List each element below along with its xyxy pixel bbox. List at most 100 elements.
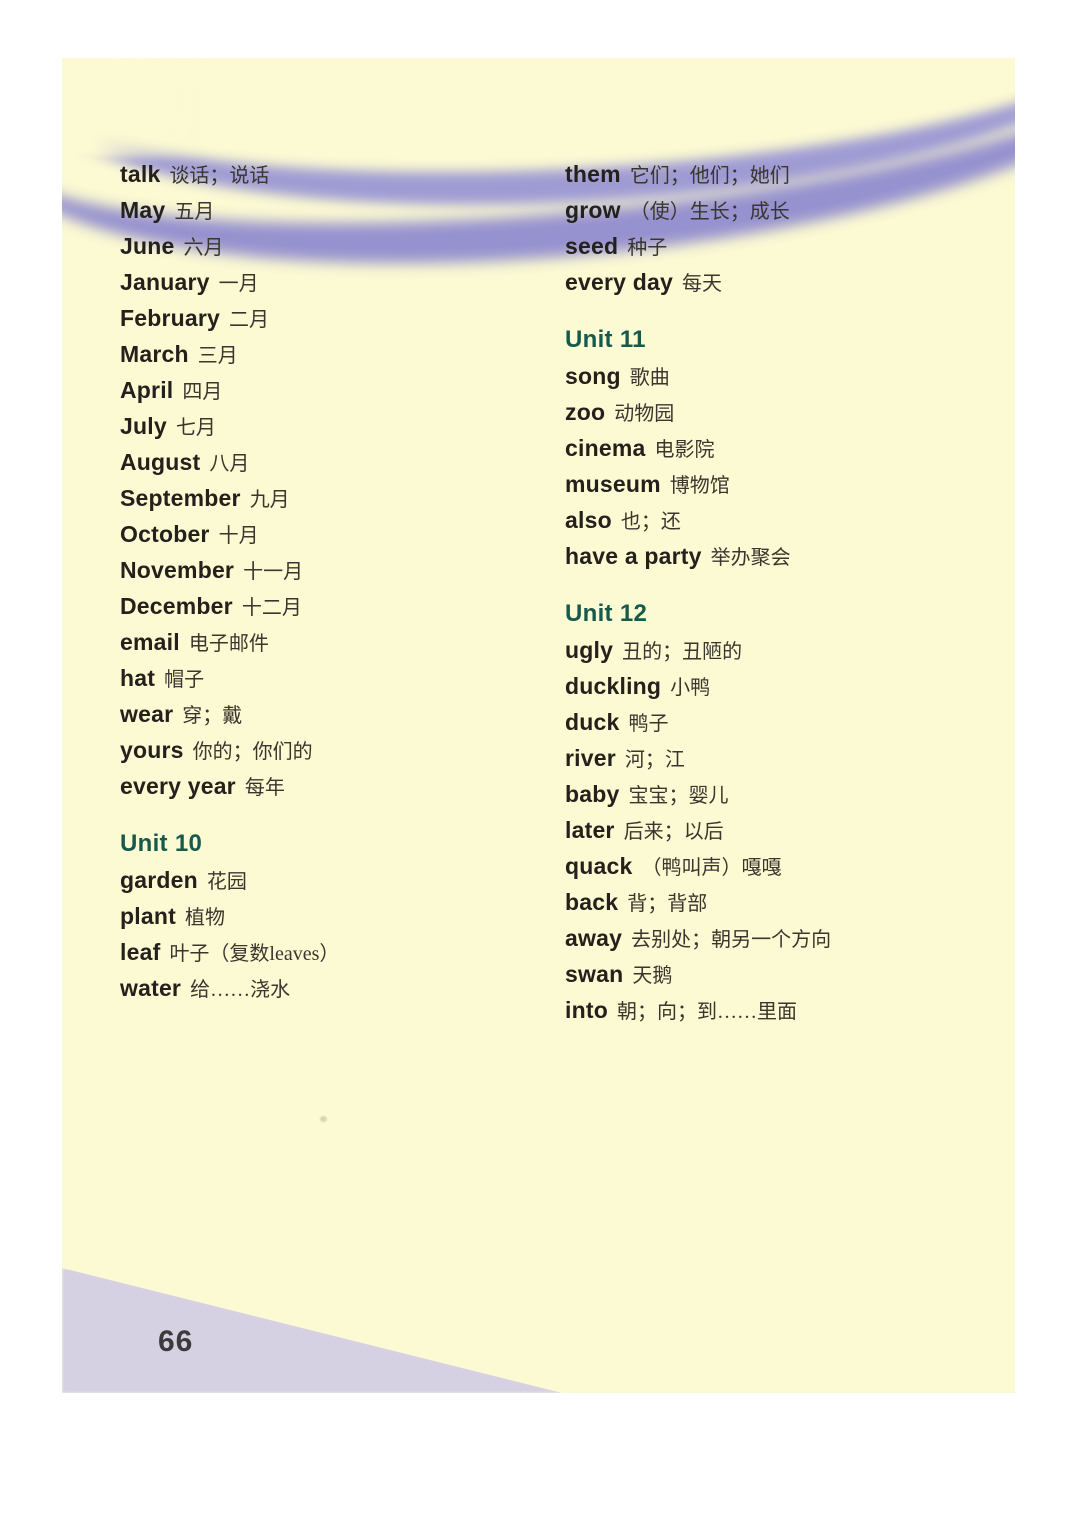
entry-gloss: 歌曲: [629, 367, 670, 389]
entry-word: February: [120, 305, 221, 331]
glossary-entry: duckling 小鸭: [565, 668, 995, 704]
entry-word: January: [120, 269, 210, 295]
entry-gloss: 七月: [175, 417, 216, 439]
entry-gloss: 十二月: [241, 597, 302, 619]
entry-word: leaf: [120, 939, 161, 965]
entry-gloss: 穿；戴: [182, 705, 243, 727]
entry-gloss: 它们；他们；她们: [629, 165, 790, 187]
entry-gloss: 帽子: [164, 669, 205, 691]
glossary-entry: December 十二月: [120, 588, 540, 624]
entry-word: baby: [565, 781, 620, 807]
entry-word: away: [565, 925, 623, 951]
entry-gloss: 天鹅: [632, 965, 673, 987]
textbook-page-sheet: talk 谈话；说话 May 五月 June 六月 January 一月 February 二月 M…: [62, 58, 1015, 1393]
glossary-entry: January 一月: [120, 264, 540, 300]
entry-word: April: [120, 377, 174, 403]
entry-word: wear: [120, 701, 174, 727]
entry-gloss: 一月: [218, 273, 259, 295]
glossary-entry: November 十一月: [120, 552, 540, 588]
entry-word: back: [565, 889, 619, 915]
entry-word: ugly: [565, 637, 614, 663]
glossary-entry: every day 每天: [565, 264, 995, 300]
entry-word: later: [565, 817, 615, 843]
glossary-entry: March 三月: [120, 336, 540, 372]
entry-gloss: 四月: [182, 381, 223, 403]
entry-gloss: 举办聚会: [710, 547, 791, 569]
entry-word: them: [565, 161, 621, 187]
entry-word: seed: [565, 233, 619, 259]
glossary-entry: quack （鸭叫声）嘎嘎: [565, 848, 995, 884]
entry-word: October: [120, 521, 210, 547]
entry-gloss: 三月: [197, 345, 238, 367]
glossary-entry: grow （使）生长；成长: [565, 192, 995, 228]
entry-gloss: 去别处；朝另一个方向: [631, 929, 832, 951]
entry-gloss: 十一月: [243, 561, 304, 583]
entry-word: water: [120, 975, 182, 1001]
entry-word: every day: [565, 269, 673, 295]
entry-gloss: 每天: [681, 273, 722, 295]
entry-gloss: 电子邮件: [188, 633, 269, 655]
entry-gloss: 动物园: [614, 403, 675, 425]
glossary-entry: garden 花园: [120, 862, 540, 898]
entry-word: hat: [120, 665, 156, 691]
entry-gloss: 每年: [244, 777, 285, 799]
entry-word: have a party: [565, 543, 702, 569]
glossary-entry: July 七月: [120, 408, 540, 444]
ribbon-left-fade: [62, 58, 202, 158]
glossary-entry: them 它们；他们；她们: [565, 156, 995, 192]
glossary-entry: email 电子邮件: [120, 624, 540, 660]
glossary-entry: have a party 举办聚会: [565, 538, 995, 574]
entry-word: September: [120, 485, 241, 511]
glossary-entry: away 去别处；朝另一个方向: [565, 920, 995, 956]
entry-word: talk: [120, 161, 161, 187]
entry-gloss: 花园: [206, 871, 247, 893]
glossary-entry: May 五月: [120, 192, 540, 228]
glossary-entry: baby 宝宝；婴儿: [565, 776, 995, 812]
corner-wedge-decoration: [62, 1268, 562, 1393]
entry-gloss: 五月: [174, 201, 215, 223]
glossary-entry: water 给……浇水: [120, 970, 540, 1006]
entry-gloss: 后来；以后: [623, 821, 724, 843]
glossary-column-left: talk 谈话；说话 May 五月 June 六月 January 一月 February 二月 M…: [120, 156, 540, 1006]
entry-gloss: 小鸭: [670, 677, 711, 699]
entry-word: August: [120, 449, 201, 475]
entry-word: June: [120, 233, 175, 259]
entry-word: museum: [565, 471, 661, 497]
glossary-entry: hat 帽子: [120, 660, 540, 696]
unit-heading: Unit 10: [120, 830, 203, 857]
glossary-entry: February 二月: [120, 300, 540, 336]
entry-gloss: 你的；你们的: [192, 741, 313, 763]
entry-gloss: 六月: [183, 237, 224, 259]
glossary-entry: back 背；背部: [565, 884, 995, 920]
page-number: 66: [158, 1325, 194, 1358]
entry-word: every year: [120, 773, 236, 799]
glossary-entry: later 后来；以后: [565, 812, 995, 848]
glossary-entry: June 六月: [120, 228, 540, 264]
entry-gloss: 电影院: [654, 439, 715, 461]
entry-word: quack: [565, 853, 633, 879]
entry-word: grow: [565, 197, 621, 223]
glossary-entry: river 河；江: [565, 740, 995, 776]
glossary-entry: leaf 叶子（复数leaves）: [120, 934, 540, 970]
entry-word: email: [120, 629, 180, 655]
entry-word: river: [565, 745, 616, 771]
glossary-entry: September 九月: [120, 480, 540, 516]
entry-gloss: 八月: [209, 453, 250, 475]
entry-word: garden: [120, 867, 198, 893]
entry-word: into: [565, 997, 608, 1023]
entry-gloss: 背；背部: [627, 893, 708, 915]
glossary-entry: October 十月: [120, 516, 540, 552]
glossary-entry: zoo 动物园: [565, 394, 995, 430]
glossary-entry: ugly 丑的；丑陋的: [565, 632, 995, 668]
glossary-entry: April 四月: [120, 372, 540, 408]
glossary-entry: cinema 电影院: [565, 430, 995, 466]
entry-gloss: 二月: [229, 309, 270, 331]
glossary-entry: talk 谈话；说话: [120, 156, 540, 192]
entry-word: November: [120, 557, 235, 583]
entry-word: March: [120, 341, 189, 367]
entry-word: zoo: [565, 399, 606, 425]
entry-word: December: [120, 593, 233, 619]
glossary-entry: song 歌曲: [565, 358, 995, 394]
entry-word: duckling: [565, 673, 662, 699]
entry-word: cinema: [565, 435, 646, 461]
